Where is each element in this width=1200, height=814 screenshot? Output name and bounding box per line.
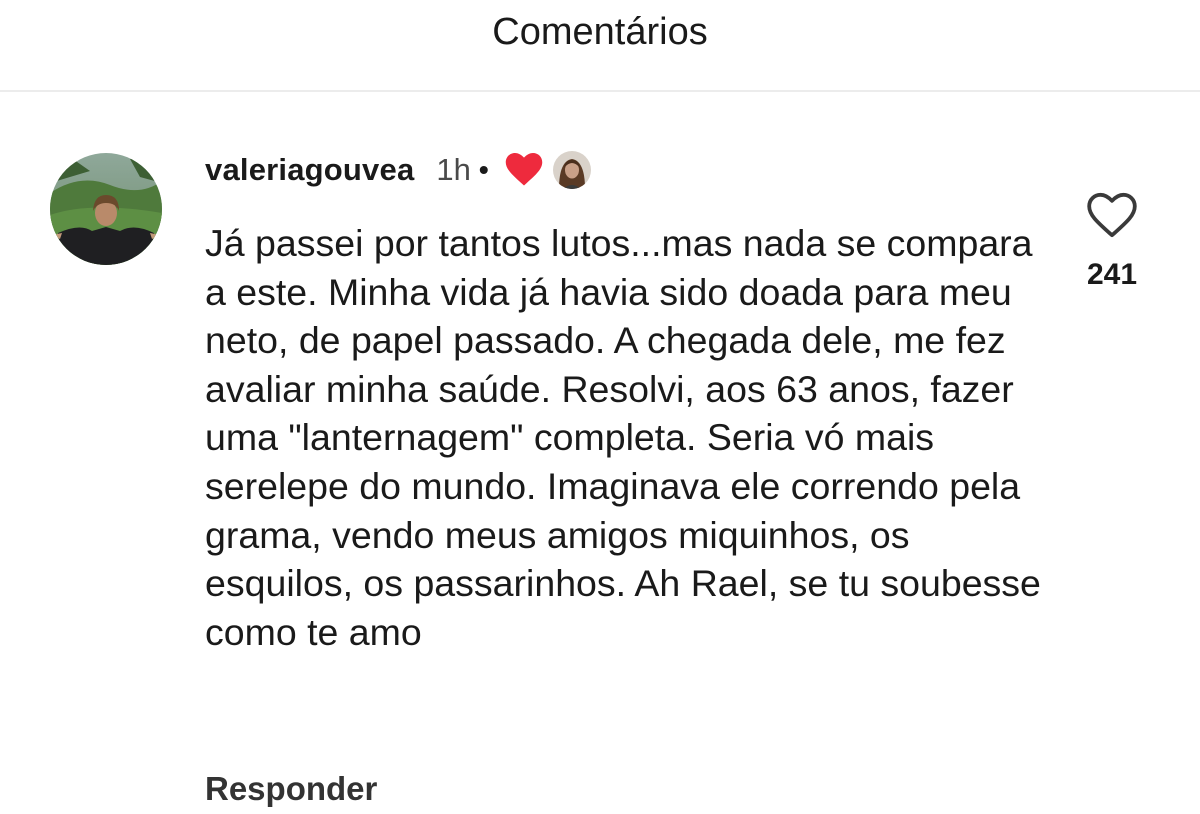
comment-time: 1h xyxy=(436,152,471,187)
heart-filled-icon xyxy=(505,153,543,187)
comment-meta: valeriagouvea 1h • xyxy=(205,150,591,190)
username[interactable]: valeriagouvea xyxy=(205,152,414,188)
author-avatar xyxy=(552,151,591,189)
page-title: Comentários xyxy=(492,11,708,53)
like-count: 241 xyxy=(1086,258,1138,291)
comment-text: Já passei por tantos lutos...mas nada se… xyxy=(205,222,1041,653)
meta-separator: • xyxy=(478,154,489,185)
heart-outline-icon[interactable] xyxy=(1086,192,1138,240)
reply-button[interactable]: Responder xyxy=(205,770,377,808)
avatar[interactable] xyxy=(50,153,162,265)
comments-header: Comentários xyxy=(0,0,1200,92)
